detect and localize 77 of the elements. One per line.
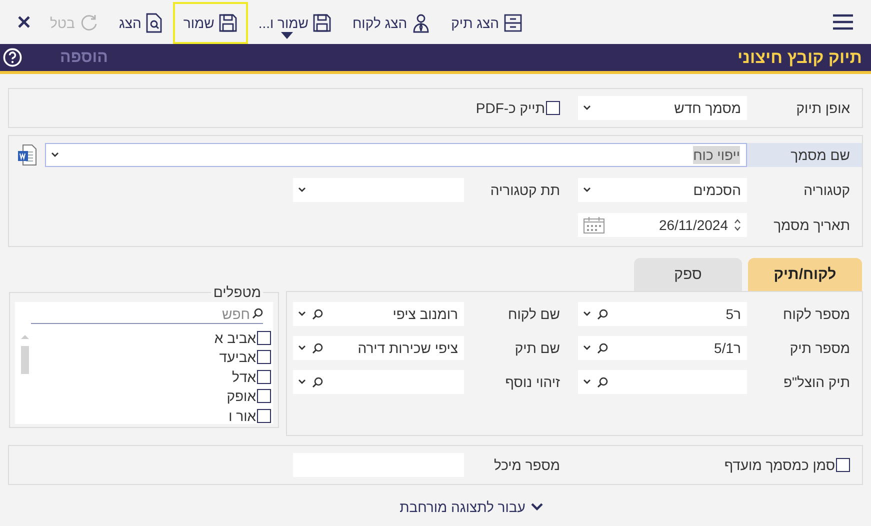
checkbox[interactable] <box>257 408 271 423</box>
page-title: תיוק קובץ חיצוני <box>738 48 862 68</box>
lookup-field[interactable] <box>293 370 464 394</box>
toolbar-button[interactable]: הצג תיק <box>441 2 534 44</box>
caret-down-icon <box>281 32 294 39</box>
help-button[interactable] <box>3 48 22 67</box>
lookup-field[interactable] <box>578 370 747 394</box>
checkbox-label: סמן כמסמך מועדף <box>724 457 835 473</box>
field-label: זיהוי נוסף <box>505 374 561 390</box>
chevron-down-icon <box>298 311 306 317</box>
lookup-field[interactable]: ר5 <box>578 302 747 326</box>
close-icon <box>18 16 30 28</box>
search-icon <box>597 376 608 388</box>
toolbar-button[interactable]: שמור ו... <box>248 2 342 44</box>
field-label: מספר מיכל <box>494 457 561 473</box>
refresh-icon <box>78 13 99 33</box>
checkbox[interactable] <box>546 101 560 115</box>
help-icon <box>3 48 22 67</box>
expand-link[interactable]: עבור לתצוגה מורחבת <box>400 499 544 515</box>
group-legend: מטפלים <box>211 284 263 300</box>
checkbox-label: תייק כ-PDF <box>476 100 545 116</box>
checkbox[interactable] <box>257 330 271 345</box>
search-icon <box>312 376 323 388</box>
chevron-down-icon <box>583 187 591 193</box>
field-label: שם מסמך <box>747 143 862 167</box>
chevron-down-icon <box>583 311 591 317</box>
field-label: תת קטגוריה <box>490 182 561 198</box>
checkbox[interactable] <box>257 350 271 364</box>
combo-field[interactable]: ייפוי כוח <box>45 143 747 167</box>
checkbox[interactable] <box>257 370 271 384</box>
field-label: שם לקוח <box>508 306 561 322</box>
field-label: תיק הוצל"פ <box>783 374 850 390</box>
field-label: מספר תיק <box>790 340 850 356</box>
toolbar-button[interactable]: הצג <box>108 2 174 44</box>
date-field[interactable]: 26/11/2024 <box>578 213 747 237</box>
checkbox-label: אור ו <box>228 408 256 424</box>
chevron-down-icon <box>51 152 59 158</box>
tab[interactable]: לקוח/תיק <box>748 258 862 291</box>
checkbox-label: אביב א <box>214 330 256 346</box>
lookup-field[interactable]: רומנוב ציפי <box>293 302 464 326</box>
person-icon <box>411 13 432 33</box>
dropdown[interactable]: מסמך חדש <box>578 96 747 120</box>
lookup-field[interactable]: ציפי שכירות דירה <box>293 336 464 360</box>
toolbar-button[interactable]: הצג לקוח <box>342 2 442 44</box>
lookup-field[interactable]: ר5/1 <box>578 336 747 360</box>
menu-icon <box>833 14 853 30</box>
chevron-down-icon <box>298 379 306 385</box>
field-label: מספר לקוח <box>783 306 850 322</box>
spinner-icon <box>734 218 741 232</box>
document-search-icon <box>145 13 164 33</box>
field-label: קטגוריה <box>804 182 850 198</box>
toolbar-button[interactable]: שמור <box>173 2 248 44</box>
chevron-down-icon <box>583 345 591 351</box>
word-document-icon <box>17 144 37 166</box>
checkbox[interactable] <box>836 458 850 472</box>
dropdown[interactable]: הסכמים <box>578 178 747 202</box>
chevron-down-icon <box>298 187 306 193</box>
chevron-down-icon <box>583 379 591 385</box>
search-icon <box>312 308 323 320</box>
field-label: תאריך מסמך <box>774 217 850 233</box>
checkbox-label: אופק <box>226 388 256 404</box>
tab[interactable]: ספק <box>634 258 742 291</box>
search-icon <box>597 342 608 354</box>
chevron-down-icon <box>298 345 306 351</box>
search-icon <box>597 308 608 320</box>
search-field[interactable]: חפש <box>31 306 250 322</box>
chevron-down-icon <box>531 503 544 511</box>
field-label: אופן תיוק <box>796 100 850 116</box>
checkbox-label: אדל <box>232 368 256 385</box>
file-cabinet-icon <box>503 13 524 33</box>
search-icon <box>252 308 263 319</box>
checkbox[interactable] <box>257 389 271 404</box>
search-icon <box>312 342 323 354</box>
calendar-icon <box>583 216 605 234</box>
chevron-down-icon <box>583 105 591 111</box>
field-label: שם תיק <box>514 340 561 356</box>
checkbox-label: אביעד <box>219 349 256 366</box>
